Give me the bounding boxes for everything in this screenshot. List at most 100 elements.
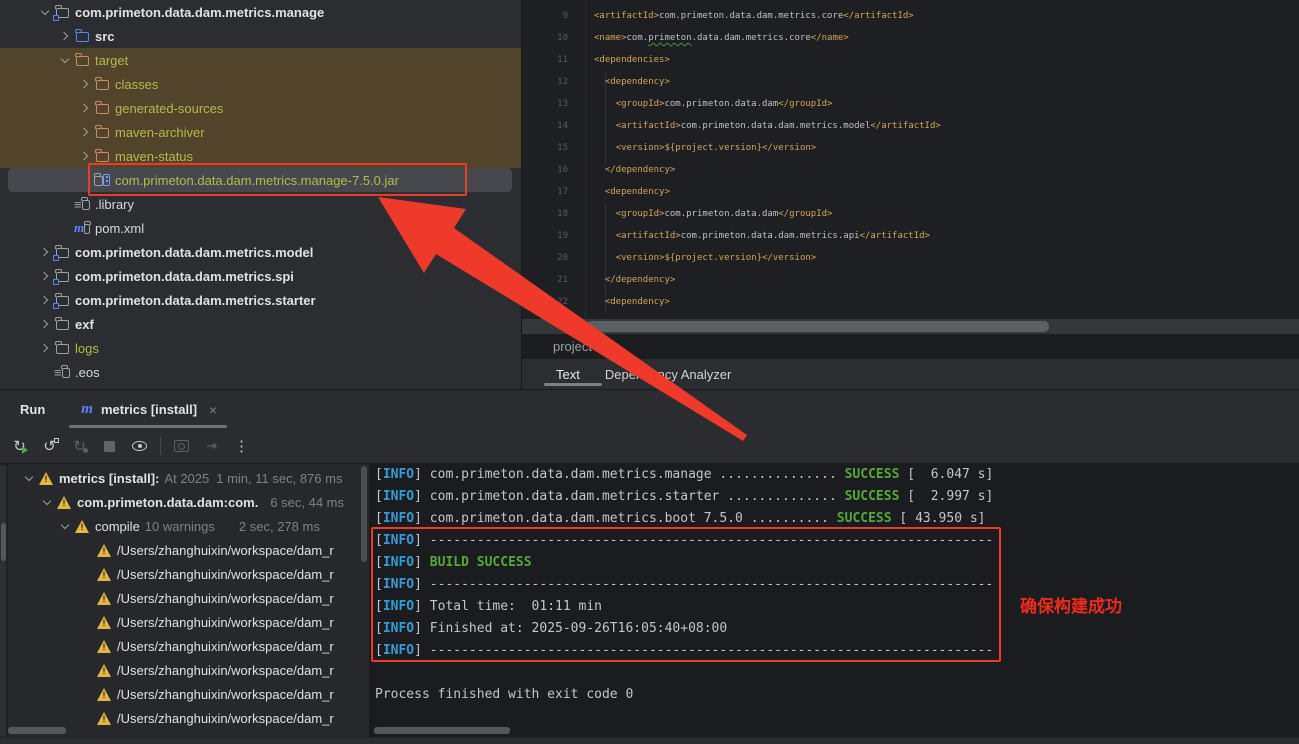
rerun-modified-button[interactable]: ↺ [40,437,59,456]
editor-line[interactable]: 9 <artifactId>com.primeton.data.dam.metr… [522,5,1299,27]
build-tree-row[interactable]: /Users/zhanghuixin/workspace/dam_r [8,658,369,682]
project-tree-row[interactable]: com.primeton.data.dam.metrics.model [0,240,521,264]
run-tab-metrics-install[interactable]: m metrics [install] × [69,390,229,429]
editor-line[interactable]: 15 <version>${project.version}</version> [522,137,1299,159]
screenshot-button[interactable] [172,437,191,456]
project-tree-row[interactable]: src [0,24,521,48]
editor-line[interactable]: 21 </dependency> [522,269,1299,291]
tree-item-label: src [95,29,115,44]
project-tree-row[interactable]: com.primeton.data.dam.metrics.manage-7.5… [0,168,521,192]
editor-line[interactable]: 13 <groupId>com.primeton.data.dam</group… [522,93,1299,115]
chevron-icon[interactable] [76,120,94,144]
editor-line[interactable]: 14 <artifactId>com.primeton.data.dam.met… [522,115,1299,137]
view-options-button[interactable] [130,437,149,456]
project-tree-row[interactable]: .library [0,192,521,216]
line-number: 20 [522,247,568,269]
breadcrumb[interactable]: project [553,339,592,354]
chevron-icon[interactable] [56,24,74,48]
tree-item-icon [54,268,70,284]
editor-line[interactable]: 19 <artifactId>com.primeton.data.dam.met… [522,225,1299,247]
build-item-label: /Users/zhanghuixin/workspace/dam_r [117,639,334,654]
project-tree-row[interactable]: logs [0,336,521,360]
editor-scrollbar-thumb[interactable] [586,321,1049,332]
stripe-scroll-thumb[interactable] [1,523,6,561]
code-text: <artifactId>com.primeton.data.dam.metric… [594,5,914,27]
build-tree-row[interactable]: com.primeton.data.dam:com. 6 sec, 44 ms [8,490,369,514]
build-tree-row[interactable]: /Users/zhanghuixin/workspace/dam_r [8,586,369,610]
tab-text[interactable]: Text [556,367,580,382]
build-item-label: /Users/zhanghuixin/workspace/dam_r [117,663,334,678]
editor-horizontal-scrollbar[interactable] [522,319,1299,334]
warning-icon [96,662,112,678]
editor-line[interactable]: 16 </dependency> [522,159,1299,181]
line-number: 18 [522,203,568,225]
stop-button[interactable] [100,437,119,456]
console-line: [INFO] com.primeton.data.dam.metrics.man… [375,464,1299,486]
code-text: </dependency> [594,159,675,181]
editor-line[interactable]: 22 <dependency> [522,291,1299,313]
tab-dependency-analyzer[interactable]: Dependency Analyzer [605,367,731,382]
build-tree-row[interactable]: /Users/zhanghuixin/workspace/dam_r [8,682,369,706]
project-tree-row[interactable]: maven-archiver [0,120,521,144]
chevron-icon[interactable] [36,240,54,264]
project-tree-row[interactable]: generated-sources [0,96,521,120]
project-tree-row[interactable]: target [0,48,521,72]
console-line: Process finished with exit code 0 [375,684,1299,706]
build-tree-row[interactable]: /Users/zhanghuixin/workspace/dam_r [8,562,369,586]
editor-line[interactable]: 12 <dependency> [522,71,1299,93]
editor-line[interactable]: 10 <name>com.primeton.data.dam.metrics.c… [522,27,1299,49]
editor-line[interactable]: 11 <dependencies> [522,49,1299,71]
export-button[interactable]: ⇥ [202,437,221,456]
more-options-button[interactable]: ⋮ [232,437,251,456]
build-tree-row[interactable]: /Users/zhanghuixin/workspace/dam_r [8,634,369,658]
line-number: 12 [522,71,568,93]
tree-item-label: com.primeton.data.dam.metrics.starter [75,293,316,308]
rerun-button[interactable]: ↻ [10,437,29,456]
chevron-icon[interactable] [36,312,54,336]
chevron-icon[interactable] [36,288,54,312]
project-tree-row[interactable]: com.primeton.data.dam.metrics.starter [0,288,521,312]
project-tree-row[interactable]: exf [0,312,521,336]
console-line: [INFO] ---------------------------------… [375,574,1299,596]
build-tree-vscroll-thumb[interactable] [361,466,367,562]
project-tree-row[interactable]: classes [0,72,521,96]
build-tree-row[interactable]: /Users/zhanghuixin/workspace/dam_r [8,538,369,562]
code-text: </dependency> [594,269,675,291]
chevron-icon[interactable] [38,490,56,514]
build-tree-row[interactable]: metrics [install]: At 2025 1 min, 11 sec… [8,466,369,490]
editor-pane[interactable]: 9 <artifactId>com.primeton.data.dam.metr… [521,0,1299,389]
chevron-icon[interactable] [56,514,74,538]
editor-line[interactable]: 18 <groupId>com.primeton.data.dam</group… [522,203,1299,225]
chevron-icon[interactable] [36,336,54,360]
project-tree-row[interactable]: .eos [0,360,521,384]
line-number: 17 [522,181,568,203]
chevron-icon[interactable] [76,144,94,168]
console-line [375,662,1299,684]
build-tree-hscroll-thumb[interactable] [8,727,66,734]
build-item-detail: 10 warnings [145,519,215,534]
project-tree-row[interactable]: com.primeton.data.dam.metrics.spi [0,264,521,288]
chevron-icon[interactable] [36,0,54,24]
console-line: [INFO] BUILD SUCCESS [375,552,1299,574]
resume-button[interactable]: ↻ [70,437,89,456]
square-icon [54,438,59,443]
project-tree-row[interactable]: maven-status [0,144,521,168]
chevron-icon[interactable] [76,72,94,96]
build-item-label: /Users/zhanghuixin/workspace/dam_r [117,567,334,582]
chevron-icon[interactable] [36,264,54,288]
build-item-label: /Users/zhanghuixin/workspace/dam_r [117,687,334,702]
warning-icon [96,542,112,558]
chevron-icon[interactable] [20,466,38,490]
chevron-icon[interactable] [76,96,94,120]
project-tree-row[interactable]: pom.xml [0,216,521,240]
editor-line[interactable]: 17 <dependency> [522,181,1299,203]
build-item-label: metrics [install]: [59,471,159,486]
console-hscroll-thumb[interactable] [374,727,510,734]
run-console[interactable]: [INFO] com.primeton.data.dam.metrics.man… [370,464,1299,737]
project-tree-row[interactable]: com.primeton.data.dam.metrics.manage [0,0,521,24]
build-tree-row[interactable]: compile 10 warnings 2 sec, 278 ms [8,514,369,538]
close-icon[interactable]: × [209,402,217,418]
chevron-icon[interactable] [56,48,74,72]
build-tree-row[interactable]: /Users/zhanghuixin/workspace/dam_r [8,610,369,634]
editor-line[interactable]: 20 <version>${project.version}</version> [522,247,1299,269]
